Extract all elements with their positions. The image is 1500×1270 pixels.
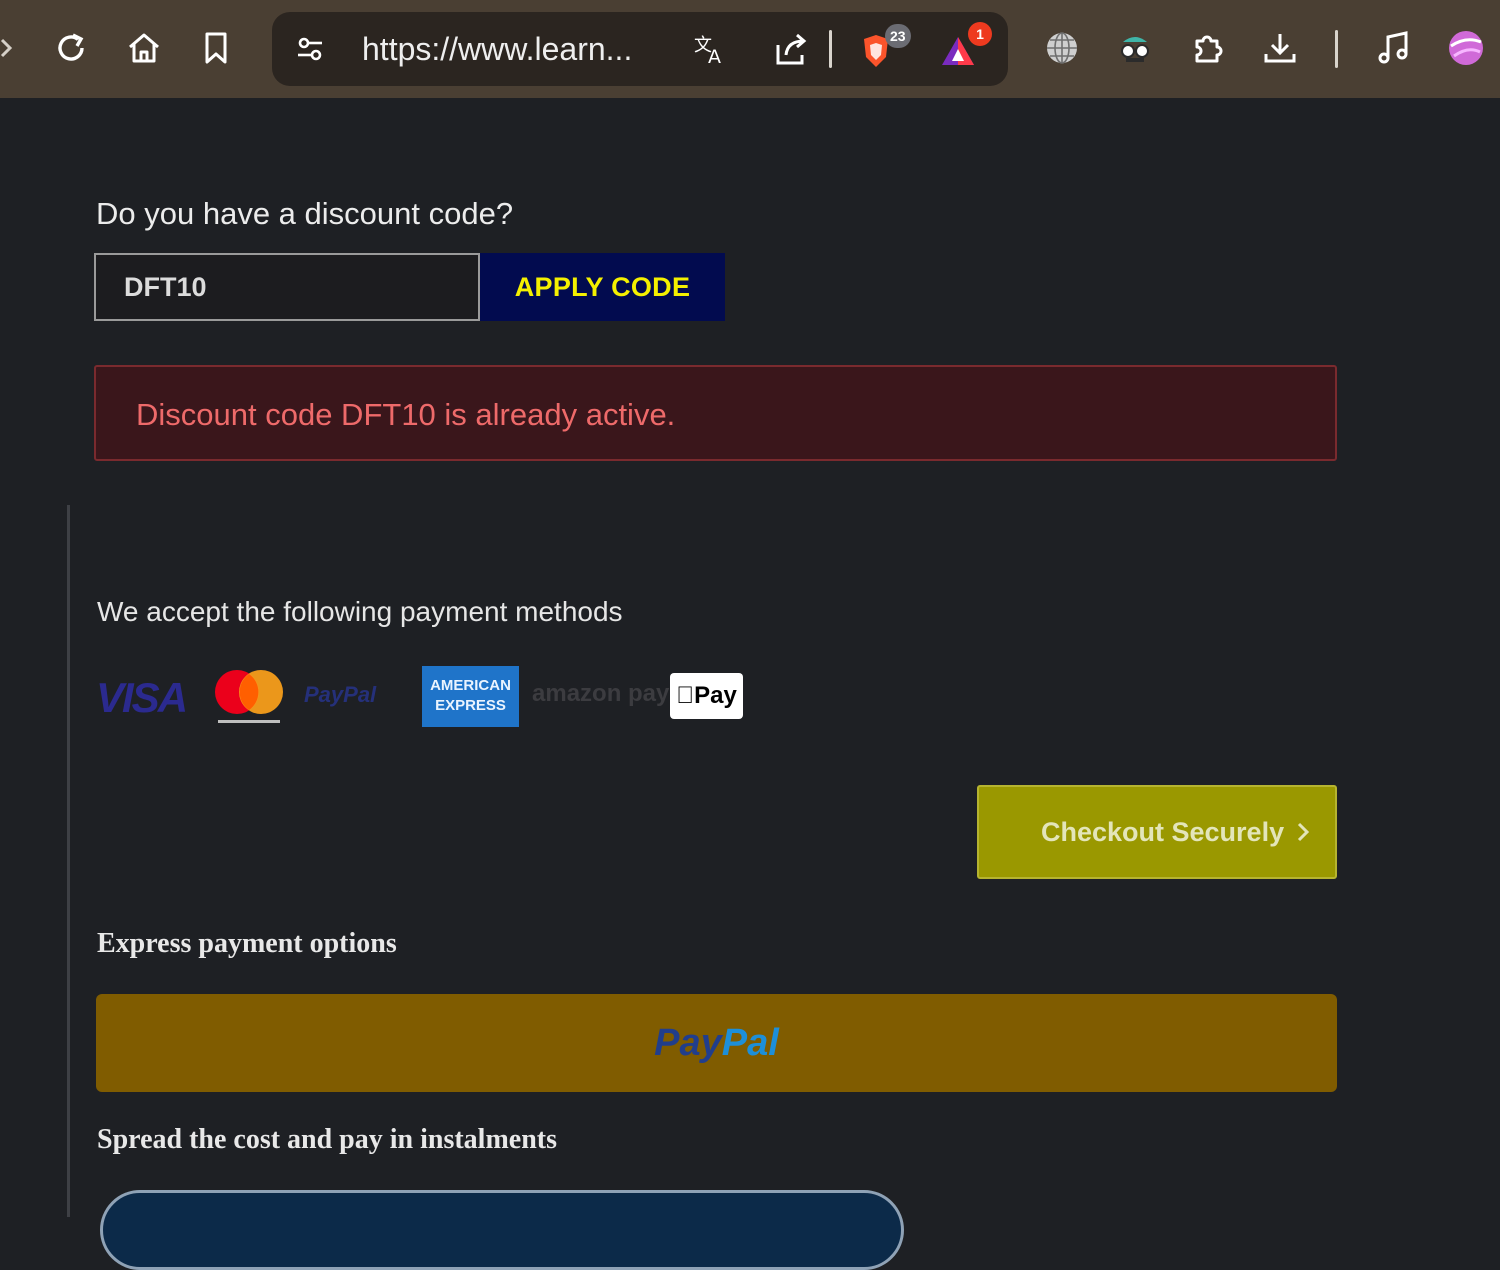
apple-pay-text: Pay: [685, 682, 737, 709]
express-payment-heading: Express payment options: [97, 928, 397, 959]
section-divider: [67, 505, 70, 1217]
bookmark-icon[interactable]: [194, 26, 238, 70]
reload-icon[interactable]: [49, 26, 93, 70]
site-settings-icon[interactable]: [288, 27, 332, 71]
apple-icon: : [676, 682, 694, 709]
globe-icon[interactable]: [1040, 26, 1084, 70]
discount-alert: Discount code DFT10 is already active.: [94, 365, 1337, 461]
translate-icon[interactable]: 文A: [688, 27, 732, 71]
amex-line2: EXPRESS: [435, 697, 506, 714]
apple-pay-logo: Pay: [670, 673, 743, 719]
browser-toolbar: https://www.learn... 文A 23 1: [0, 0, 1500, 98]
payment-methods-heading: We accept the following payment methods: [97, 596, 623, 627]
address-bar[interactable]: https://www.learn... 文A 23 1: [272, 12, 1008, 86]
apply-code-button[interactable]: APPLY CODE: [480, 253, 725, 321]
url-text[interactable]: https://www.learn...: [362, 12, 632, 86]
paypal-express-button[interactable]: PayPal: [96, 994, 1337, 1092]
instalment-option-button[interactable]: [100, 1190, 904, 1270]
amex-line1: AMERICAN: [430, 677, 511, 694]
download-icon[interactable]: [1258, 26, 1302, 70]
discount-code-input[interactable]: [94, 253, 480, 321]
chevron-right-icon: [1297, 822, 1310, 842]
paypal-button-logo: PayPal: [654, 1022, 779, 1064]
shield-count-badge: 23: [885, 24, 911, 48]
checkout-label: Checkout Securely: [1041, 817, 1285, 847]
mastercard-logo: [210, 668, 288, 726]
discount-question: Do you have a discount code?: [96, 196, 514, 231]
toolbar-separator: [1335, 30, 1338, 68]
extensions-icon[interactable]: [1186, 26, 1230, 70]
svg-text:A: A: [708, 46, 721, 68]
discount-alert-text: Discount code DFT10 is already active.: [136, 397, 676, 432]
instalments-heading: Spread the cost and pay in instalments: [97, 1124, 558, 1155]
profile-avatar-icon[interactable]: [1444, 26, 1488, 70]
share-icon[interactable]: [770, 27, 814, 71]
amex-logo: AMERICAN EXPRESS: [422, 666, 519, 727]
spy-glasses-icon[interactable]: [1113, 26, 1157, 70]
music-icon[interactable]: [1372, 26, 1416, 70]
visa-logo: VISA: [96, 674, 188, 721]
toolbar-separator: [829, 30, 832, 68]
amazon-pay-logo: amazon pay: [532, 680, 670, 707]
checkout-securely-button[interactable]: Checkout Securely: [977, 785, 1337, 879]
rewards-count-badge: 1: [968, 22, 992, 46]
home-icon[interactable]: [122, 26, 166, 70]
paypal-logo: PayPal: [304, 682, 377, 707]
back-icon[interactable]: [0, 26, 30, 70]
